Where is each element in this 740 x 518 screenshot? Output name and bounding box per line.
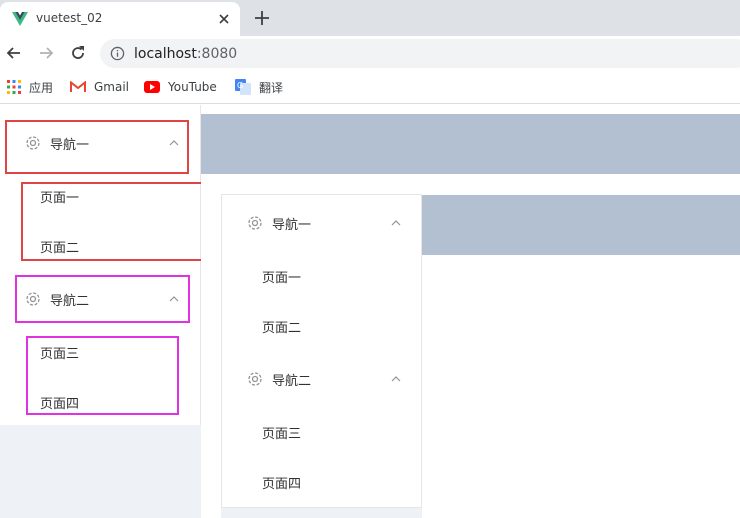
page-viewport: 导航一 页面一 页面二 导航二 页面三 页面四 导航一 页面一 页面二 导航二 … [0, 105, 740, 518]
tab-strip: vuetest_02 [0, 0, 740, 36]
svg-text:G: G [237, 81, 243, 90]
bookmark-label: Gmail [94, 80, 130, 94]
gmail-icon [70, 81, 86, 93]
nested-aside-background [221, 508, 422, 518]
info-icon[interactable] [110, 46, 125, 61]
translate-icon: G [235, 79, 251, 95]
url-text: localhost:8080 [134, 46, 237, 62]
apps-grid-icon [7, 80, 21, 94]
submenu-title-nav2[interactable]: 导航二 [222, 351, 422, 407]
submenu-label: 导航一 [272, 217, 312, 233]
bookmark-label: YouTube [168, 80, 217, 94]
submenu-label: 导航二 [272, 373, 312, 389]
annotation-box-magenta [15, 275, 190, 323]
menu-item-page2[interactable]: 页面二 [222, 301, 422, 351]
annotation-box-red [5, 120, 189, 174]
bookmark-apps[interactable]: 应用 [7, 79, 53, 95]
menu-item-page1[interactable]: 页面一 [222, 251, 422, 301]
url-host: localhost [134, 46, 197, 62]
bookmark-youtube[interactable]: YouTube [144, 79, 217, 95]
bookmark-translate[interactable]: G 翻译 [235, 79, 283, 95]
back-arrow-icon[interactable] [4, 43, 24, 63]
menu-item-label: 页面一 [262, 270, 302, 286]
menu-item-label: 页面四 [262, 476, 302, 492]
menu-item-label: 页面三 [262, 426, 302, 442]
new-tab-plus-icon[interactable] [253, 9, 271, 27]
menu-item-page4[interactable]: 页面四 [222, 457, 422, 507]
chevron-up-icon [391, 220, 401, 226]
gear-icon [248, 372, 262, 386]
annotation-box-magenta [26, 336, 179, 415]
bookmark-label: 翻译 [259, 80, 284, 95]
youtube-icon [144, 81, 160, 93]
close-icon[interactable] [216, 11, 232, 27]
header-band [201, 114, 740, 174]
address-bar[interactable]: localhost:8080 [100, 39, 740, 68]
browser-tab[interactable]: vuetest_02 [0, 2, 240, 36]
vue-logo-icon [12, 12, 28, 26]
chevron-up-icon [391, 376, 401, 382]
aside-background [0, 425, 201, 518]
submenu-title-nav1[interactable]: 导航一 [222, 195, 422, 251]
browser-toolbar: localhost:8080 [0, 36, 740, 70]
annotation-box-red [21, 182, 204, 261]
menu-item-label: 页面二 [262, 320, 302, 336]
nested-sidebar-menu: 导航一 页面一 页面二 导航二 页面三 页面四 [221, 194, 422, 508]
reload-icon[interactable] [68, 43, 88, 63]
tab-title: vuetest_02 [36, 11, 103, 25]
gear-icon [248, 216, 262, 230]
menu-item-page3[interactable]: 页面三 [222, 407, 422, 457]
bookmark-gmail[interactable]: Gmail [70, 79, 129, 95]
bookmark-label: 应用 [29, 80, 54, 95]
url-port: :8080 [196, 46, 238, 62]
bookmarks-bar: 应用 Gmail YouTube G 翻译 [0, 70, 740, 104]
forward-arrow-icon[interactable] [36, 43, 56, 63]
